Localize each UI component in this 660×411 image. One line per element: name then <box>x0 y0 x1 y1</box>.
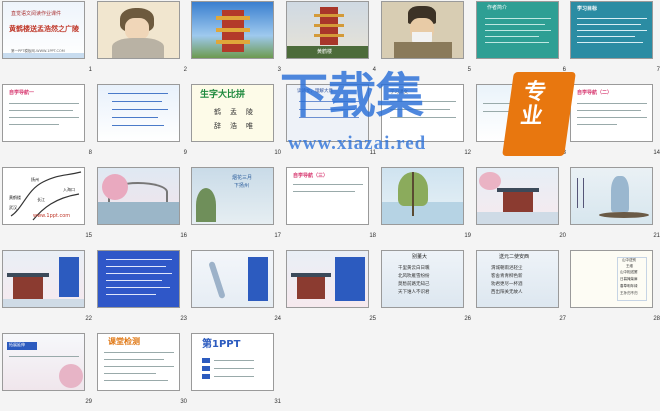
slide-thumbnail-26[interactable]: 别董大 千里黄云白日曛 北风吹雁雪纷纷 莫愁前路无知己 天下谁人不识君 26 <box>381 250 473 322</box>
slide-thumbnail-31[interactable]: 第1PPT 31 <box>191 333 283 405</box>
slide-thumbnail-12[interactable]: 学习课文 12 <box>381 84 473 156</box>
slide-thumbnail-11[interactable]: 读诗文，理解大意 11 <box>286 84 378 156</box>
slide-thumbnail-16[interactable]: 16 <box>97 167 189 239</box>
slide-thumbnail-14[interactable]: 自学导航（二） 14 <box>570 84 660 156</box>
slide-thumbnail-24[interactable]: 24 <box>191 250 283 322</box>
slide-thumbnail-21[interactable]: 21 <box>570 167 660 239</box>
slide-thumbnail-17[interactable]: 烟花三月 下扬州 17 <box>191 167 283 239</box>
slide-thumbnail-4[interactable]: 黄鹤楼 4 <box>286 1 378 73</box>
slide-thumbnail-20[interactable]: 20 <box>476 167 568 239</box>
slide-thumbnail-9[interactable]: 9 <box>97 84 189 156</box>
slide-thumbnail-25[interactable]: 25 <box>286 250 378 322</box>
slide-thumbnail-30[interactable]: 课堂检测 30 <box>97 333 189 405</box>
slide-thumbnail-1[interactable]: 直觉语文阅读作业课件 黄鹤楼送孟浩然之广陵 第一PPT模板网-WWW.1PPT.… <box>2 1 94 73</box>
slide-thumbnail-19[interactable]: 19 <box>381 167 473 239</box>
slide-thumbnail-6[interactable]: 作者简介 6 <box>476 1 568 73</box>
slide-thumbnail-3[interactable]: 3 <box>191 1 283 73</box>
slide-thumbnail-18[interactable]: 自学导航（三） 18 <box>286 167 378 239</box>
slide-thumbnail-27[interactable]: 送元二使安西 渭城朝雨浥轻尘 客舍青青柳色新 劝君更尽一杯酒 西出阳关无故人 2… <box>476 250 568 322</box>
slide-thumbnail-22[interactable]: 22 <box>2 250 94 322</box>
slide-thumbnail-2[interactable]: 2 <box>97 1 189 73</box>
slide-thumbnail-13[interactable]: 13 <box>476 84 568 156</box>
slide-sorter-grid: 直觉语文阅读作业课件 黄鹤楼送孟浩然之广陵 第一PPT模板网-WWW.1PPT.… <box>0 0 660 411</box>
slide-thumbnail-10[interactable]: 生字大比拼 鹤 孟 陵 辞 浩 唯 10 <box>191 84 283 156</box>
slide-thumbnail-29[interactable]: 拓展延伸 29 <box>2 333 94 405</box>
slide-thumbnail-15[interactable]: 扬州 武汉 长江 入海口 黄鹤楼 www.1ppt.com 15 <box>2 167 94 239</box>
slide-thumbnail-5[interactable]: 5 <box>381 1 473 73</box>
slide-thumbnail-8[interactable]: 自学导航一 8 <box>2 84 94 156</box>
slide-thumbnail-28[interactable]: 山中送别 王维 山中相送罢 日暮掩柴扉 春草明年绿 王孙归不归 28 <box>570 250 660 322</box>
slide-thumbnail-23[interactable]: 23 <box>97 250 189 322</box>
slide-thumbnail-7[interactable]: 学习目标 7 <box>570 1 660 73</box>
